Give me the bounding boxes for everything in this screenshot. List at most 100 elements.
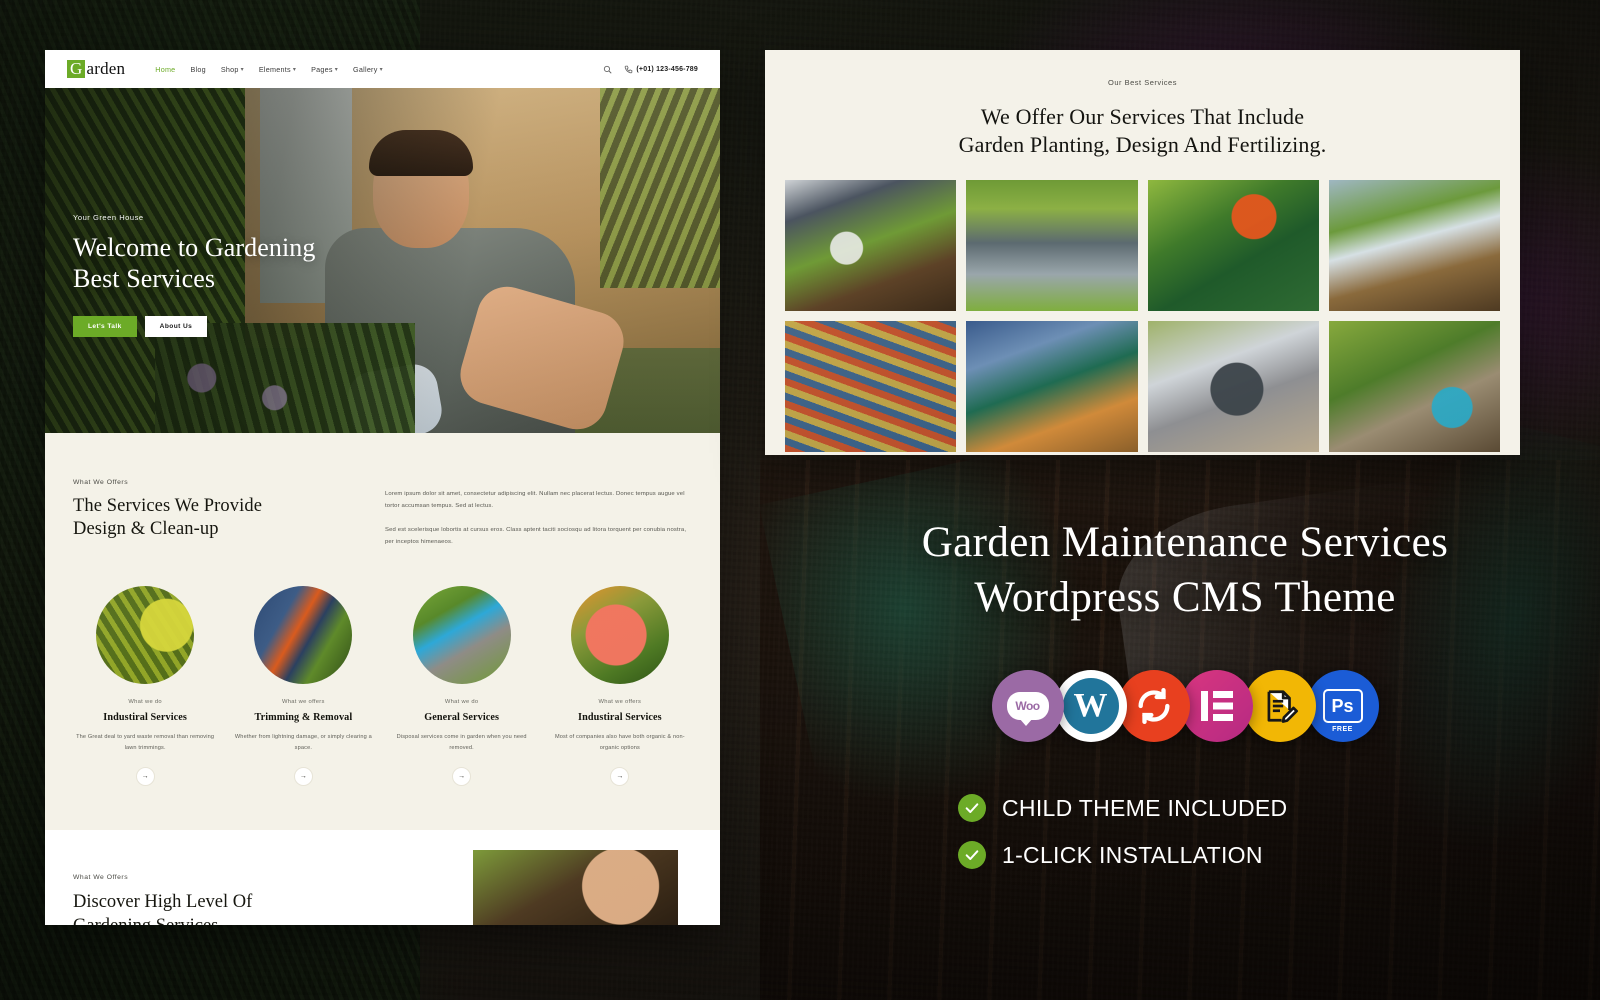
chevron-down-icon: ▾ (240, 66, 244, 73)
feature-label: CHILD THEME INCLUDED (1002, 794, 1288, 821)
service-card-title: Industiral Services (578, 712, 662, 724)
woo-label: Woo (1015, 699, 1040, 714)
elementor-bars-icon (1200, 691, 1233, 722)
photoshop-free-icon: Ps FREE (1306, 670, 1379, 743)
service-card-title: Industiral Services (103, 712, 187, 724)
services-header-right: Lorem ipsum dolor sit amet, consectetur … (385, 479, 692, 548)
services-paragraph-2: Sed est scelerisque lobortis at cursus e… (385, 527, 687, 545)
service-card-subtitle: What we offers (598, 699, 642, 706)
arrow-right-icon[interactable]: → (452, 766, 472, 786)
grid-tile[interactable] (966, 180, 1138, 312)
search-icon[interactable] (603, 65, 612, 74)
wordpress-icon: W (1054, 670, 1127, 743)
services-header-left: What We Offers The Services We Provide D… (73, 479, 355, 548)
hero-title-line2: Best Services (73, 263, 216, 293)
check-icon (958, 841, 986, 870)
feature-item: 1-CLICK INSTALLATION (958, 841, 1580, 870)
hero-title-line1: Welcome to Gardening (73, 233, 316, 262)
nav-label-elements: Elements (258, 64, 291, 74)
services-image-grid (775, 180, 1510, 453)
service-card-subtitle: What we offers (281, 699, 325, 706)
check-icon (958, 794, 986, 823)
services-header: What We Offers The Services We Provide D… (45, 479, 720, 548)
wordpress-w-glyph: W (1062, 678, 1119, 735)
nav-label-shop: Shop (220, 64, 239, 74)
nav-item-home[interactable]: Home (155, 65, 175, 74)
nav-item-elements[interactable]: Elements ▾ (259, 65, 296, 74)
chevron-down-icon: ▾ (379, 66, 383, 73)
site-logo[interactable]: Garden (67, 59, 125, 79)
hero-content: Your Green House Welcome to Gardening Be… (73, 213, 316, 338)
elementor-icon (1180, 670, 1253, 743)
discover-section: What We Offers Discover High Level Of Ga… (45, 829, 720, 925)
main-navigation: Home Blog Shop ▾ Elements ▾ Pages ▾ Gall… (155, 65, 383, 74)
promo-title-line2: Wordpress CMS Theme (974, 574, 1396, 622)
arrow-right-icon[interactable]: → (610, 766, 630, 786)
photoshop-ps-glyph: Ps (1322, 689, 1363, 724)
nav-label-pages: Pages (311, 64, 333, 74)
logo-text: arden (86, 59, 126, 78)
logo-initial: G (67, 59, 86, 79)
service-card-title: General Services (424, 712, 500, 724)
woocommerce-icon: Woo (991, 670, 1064, 743)
nav-label-blog: Blog (190, 64, 206, 74)
grid-tile[interactable] (966, 321, 1138, 453)
feature-label: 1-CLICK INSTALLATION (1002, 841, 1263, 868)
hero-title: Welcome to Gardening Best Services (73, 233, 316, 294)
feature-list: CHILD THEME INCLUDED 1-CLICK INSTALLATIO… (790, 794, 1580, 870)
best-services-eyebrow: Our Best Services (1108, 78, 1177, 87)
service-card[interactable]: What we do Industiral Services The Great… (73, 586, 217, 786)
notepad-edit-icon (1243, 670, 1316, 743)
services-title-line1: The Services We Provide (73, 496, 263, 516)
checkmark-glyph (965, 850, 979, 861)
refresh-arrows-icon (1137, 688, 1170, 725)
service-card-subtitle: What we do (444, 699, 479, 706)
service-card[interactable]: What we do General Services Disposal ser… (390, 586, 534, 786)
website-preview-right: Our Best Services We Offer Our Services … (765, 50, 1520, 455)
hero-buttons: Let's Talk About Us (73, 316, 316, 338)
header-phone[interactable]: (+01) 123-456-789 (624, 65, 698, 74)
header-actions: (+01) 123-456-789 (603, 65, 698, 74)
site-header: Garden Home Blog Shop ▾ Elements ▾ Pages… (45, 50, 720, 88)
grid-tile[interactable] (1147, 321, 1319, 453)
one-click-update-icon (1117, 670, 1190, 743)
services-title-line2: Design & Clean-up (73, 519, 219, 540)
promo-block: Garden Maintenance Services Wordpress CM… (790, 515, 1580, 888)
service-card-desc: Most of companies also have both organic… (554, 734, 685, 751)
hero-section: Your Green House Welcome to Gardening Be… (45, 88, 720, 433)
arrow-right-icon[interactable]: → (135, 766, 155, 786)
best-services-title-line1: We Offer Our Services That Include (980, 104, 1305, 129)
grid-tile[interactable] (1328, 180, 1500, 312)
grid-tile[interactable] (785, 180, 957, 312)
nav-item-blog[interactable]: Blog (190, 65, 205, 74)
grid-tile[interactable] (1147, 180, 1319, 312)
service-card[interactable]: What we offers Industiral Services Most … (548, 586, 692, 786)
about-us-button[interactable]: About Us (144, 316, 208, 338)
promo-title: Garden Maintenance Services Wordpress CM… (790, 515, 1580, 625)
service-card-desc: Whether from lightning damage, or simply… (234, 734, 372, 751)
grid-tile[interactable] (785, 321, 957, 453)
document-pencil-icon (1267, 690, 1298, 723)
discover-image-seedling (473, 849, 678, 925)
nav-item-shop[interactable]: Shop ▾ (221, 65, 244, 74)
compatibility-badges: Woo W Ps FREE (790, 670, 1580, 743)
lets-talk-button[interactable]: Let's Talk (73, 316, 137, 338)
service-card-desc: Disposal services come in garden when yo… (396, 734, 527, 751)
service-card-desc: The Great deal to yard waste removal tha… (76, 734, 215, 751)
services-title: The Services We Provide Design & Clean-u… (73, 495, 355, 542)
grid-tile[interactable] (1328, 321, 1500, 453)
service-card[interactable]: What we offers Trimming & Removal Whethe… (231, 586, 375, 786)
nav-label-gallery: Gallery (353, 64, 378, 74)
service-card-image (412, 586, 511, 685)
chevron-down-icon: ▾ (292, 66, 297, 73)
phone-icon (625, 65, 633, 73)
best-services-title-line2: Garden Planting, Design And Fertilizing. (958, 131, 1327, 157)
nav-item-gallery[interactable]: Gallery ▾ (353, 65, 383, 74)
hero-eyebrow: Your Green House (73, 213, 144, 222)
chevron-down-icon: ▾ (334, 66, 339, 73)
nav-label-home: Home (155, 64, 176, 74)
service-card-image (96, 586, 195, 685)
arrow-right-icon[interactable]: → (293, 766, 313, 786)
nav-item-pages[interactable]: Pages ▾ (311, 65, 338, 74)
service-card-image (254, 586, 353, 685)
